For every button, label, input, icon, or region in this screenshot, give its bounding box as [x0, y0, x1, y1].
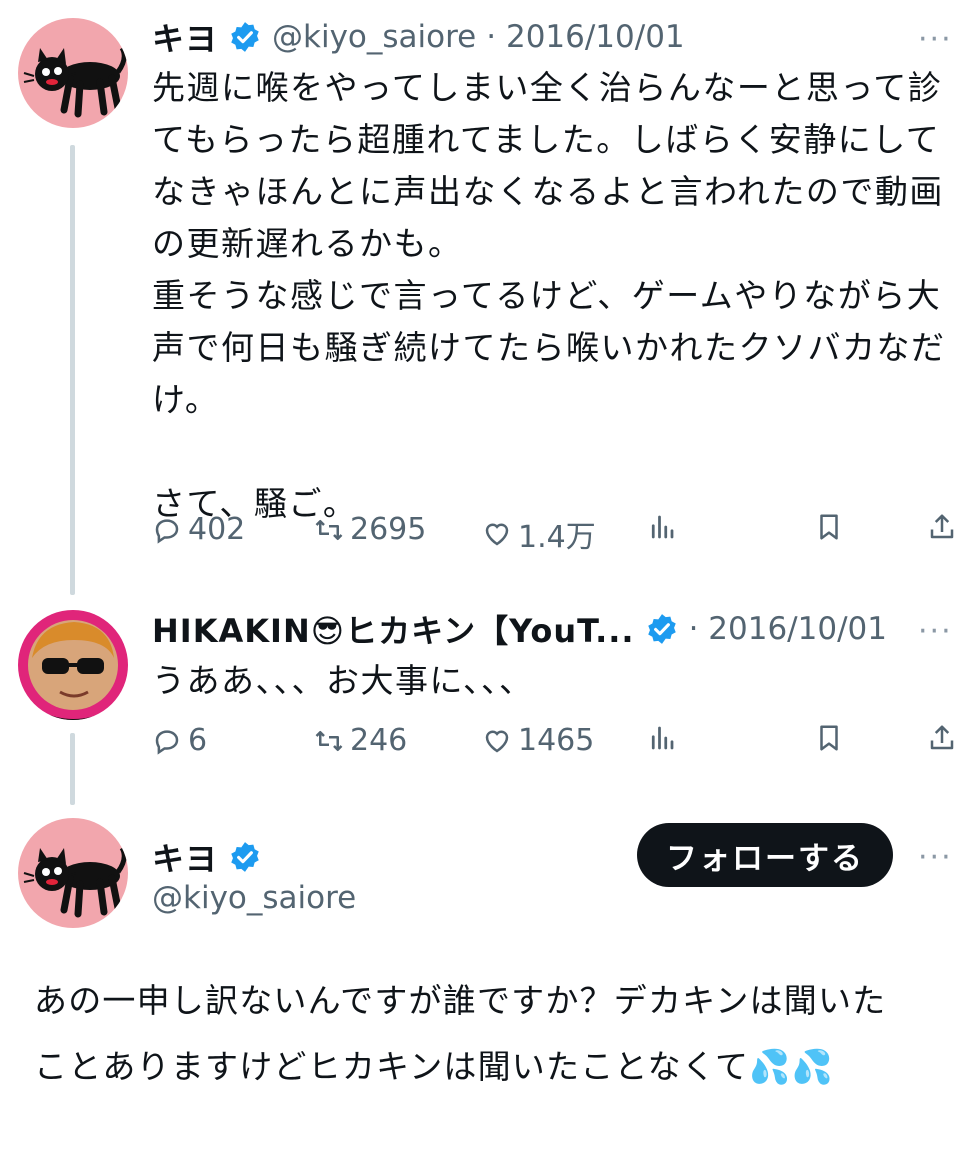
bookmark-button[interactable]	[814, 512, 844, 542]
tweet-actions: 6 246 1465	[152, 723, 962, 763]
retweet-button[interactable]: 246	[314, 723, 407, 758]
verified-badge-icon	[231, 842, 259, 872]
user-name[interactable]: キヨ	[152, 14, 218, 60]
more-options-icon[interactable]: ···	[918, 22, 953, 57]
user-handle[interactable]: @kiyo_saiore	[272, 19, 476, 55]
reply-count: 6	[188, 723, 208, 758]
reply-icon	[155, 729, 179, 755]
tweet-text: 先週に喉をやってしまい全く治らんなーと思って診 てもらったら超腫れてました。しば…	[152, 68, 946, 523]
person-sunglasses-icon	[28, 620, 118, 720]
like-count: 1.4万	[518, 520, 596, 555]
tweet-date[interactable]: · 2016/10/01	[689, 611, 887, 647]
user-name[interactable]: キヨ	[152, 834, 218, 880]
avatar[interactable]	[18, 610, 128, 720]
tweet-header: HIKAKIN😎ヒカキン【YouT... · 2016/10/01	[152, 606, 912, 652]
thread-line	[70, 145, 75, 595]
analytics-icon	[651, 726, 674, 750]
share-button[interactable]	[927, 723, 957, 753]
tweet-date[interactable]: · 2016/10/01	[486, 19, 684, 55]
avatar[interactable]	[18, 818, 128, 928]
retweet-count: 246	[350, 723, 408, 758]
user-name[interactable]: HIKAKIN😎ヒカキン【YouT...	[152, 606, 635, 652]
bookmark-icon	[820, 514, 838, 540]
avatar[interactable]	[18, 18, 128, 128]
bookmark-button[interactable]	[814, 723, 844, 753]
like-count: 1465	[518, 723, 595, 758]
verified-badge-icon	[647, 614, 676, 644]
heart-icon	[485, 730, 509, 752]
thread-line	[70, 733, 75, 805]
reply-button[interactable]: 402	[152, 512, 245, 547]
retweet-icon	[315, 730, 343, 751]
views-button[interactable]	[647, 723, 677, 753]
share-icon	[930, 514, 954, 539]
tweet-text: うああ、、、お大事に、、、	[152, 661, 534, 700]
like-button[interactable]: 1465	[482, 723, 594, 758]
more-options-icon[interactable]: ···	[918, 840, 953, 875]
retweet-button[interactable]: 2695	[314, 512, 426, 547]
tweet-header: キヨ	[152, 834, 262, 880]
heart-icon	[485, 523, 509, 546]
user-handle[interactable]: @kiyo_saiore	[152, 880, 356, 916]
reply-icon	[155, 518, 179, 544]
more-options-icon[interactable]: ···	[918, 614, 953, 649]
tweet-header: キヨ @kiyo_saiore · 2016/10/01	[152, 14, 932, 60]
reply-count: 402	[188, 512, 246, 547]
follow-button[interactable]: フォローする	[637, 823, 893, 887]
analytics-icon	[651, 515, 674, 539]
bookmark-icon	[820, 725, 838, 751]
tweet-actions: 402 2695 1.4万	[152, 512, 962, 555]
reply-button[interactable]: 6	[152, 723, 207, 758]
black-cat-icon	[23, 46, 127, 118]
share-button[interactable]	[927, 512, 957, 542]
retweet-icon	[315, 519, 343, 540]
views-button[interactable]	[647, 512, 677, 542]
retweet-count: 2695	[350, 512, 427, 547]
verified-badge-icon	[231, 22, 259, 52]
tweet-text: あの一申し訳ないんですが誰ですか？デカキンは聞いた ことありますけどヒカキンは聞…	[34, 981, 887, 1086]
black-cat-icon	[23, 846, 127, 918]
like-button[interactable]: 1.4万	[482, 512, 596, 556]
share-icon	[930, 725, 954, 750]
